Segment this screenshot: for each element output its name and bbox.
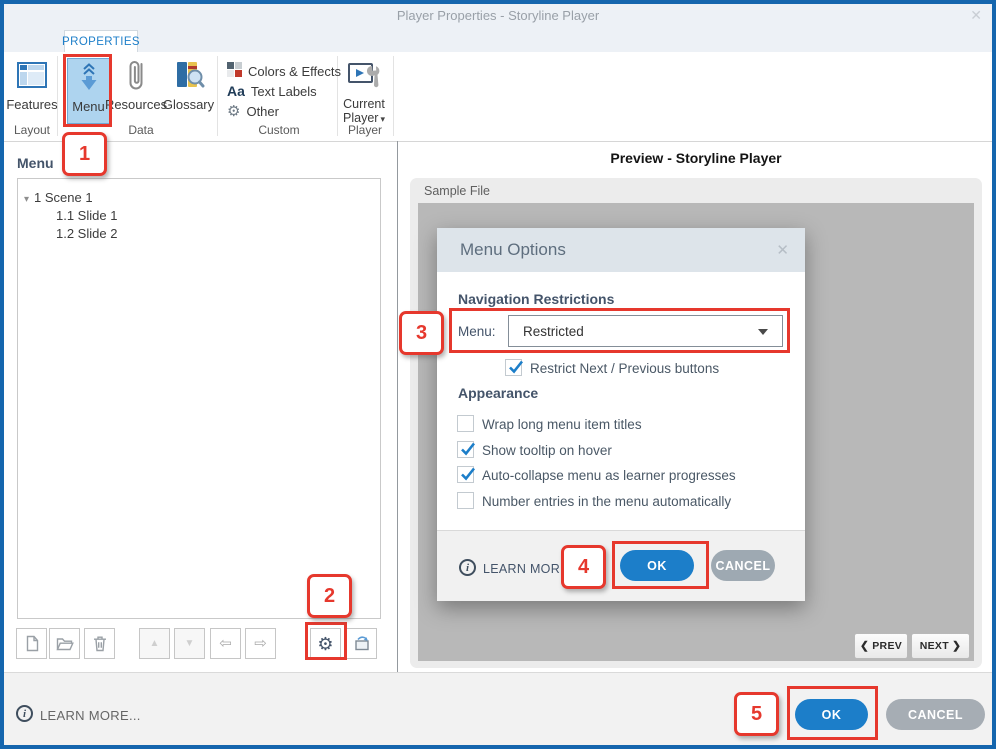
dropdown-caret-icon [758, 329, 768, 335]
prev-button[interactable]: ❮ PREV [854, 633, 908, 659]
menu-panel-heading: Menu [17, 155, 54, 171]
menu-icon [78, 59, 100, 95]
cancel-button[interactable]: CANCEL [886, 699, 985, 730]
dropdown-value: Restricted [523, 323, 584, 339]
arrow-up-icon: ▲ [149, 637, 160, 649]
number-entries-label[interactable]: Number entries in the menu automatically [482, 494, 731, 509]
text-labels-icon: Aa [227, 83, 245, 99]
arrow-down-icon: ▼ [184, 637, 195, 649]
ok-button[interactable]: OK [795, 699, 868, 730]
dialog-cancel-button[interactable]: CANCEL [711, 550, 775, 581]
gear-icon: ⚙ [227, 103, 241, 120]
group-label-layout: Layout [13, 123, 51, 137]
ribbon-separator [217, 56, 218, 136]
features-label: Features [6, 97, 58, 112]
check-icon [461, 442, 476, 456]
new-item-button[interactable] [16, 628, 47, 659]
panel-divider [397, 141, 398, 672]
reset-icon [354, 636, 369, 651]
outdent-button[interactable]: ⇦ [210, 628, 241, 659]
ribbon-separator [57, 56, 58, 136]
trash-icon [93, 636, 106, 652]
ribbon: Features Menu Resources Glossary Colors [0, 52, 996, 142]
title-bar: Player Properties - Storyline Player ✕ P… [0, 0, 996, 53]
menu-field-label: Menu: [458, 324, 496, 339]
new-page-icon [26, 635, 38, 652]
auto-collapse-label[interactable]: Auto-collapse menu as learner progresses [482, 468, 736, 483]
glossary-button[interactable]: Glossary [161, 57, 216, 112]
dialog-header: Menu Options ✕ [437, 228, 805, 272]
open-button[interactable] [49, 628, 80, 659]
group-label-data: Data [128, 123, 154, 137]
resources-button[interactable]: Resources [105, 57, 167, 112]
arrow-left-icon: ⇦ [219, 635, 232, 652]
learn-more-link[interactable]: LEARN MORE... [40, 708, 141, 723]
other-button[interactable]: ⚙ Other [227, 104, 279, 119]
check-icon [461, 467, 476, 481]
dialog-footer: i LEARN MORE OK CANCEL [437, 530, 805, 601]
expander-icon[interactable]: ▾ [24, 194, 29, 205]
text-labels-button[interactable]: Aa Text Labels [227, 83, 317, 99]
current-player-label: Current Player ▾ [343, 97, 385, 126]
colors-effects-icon [227, 62, 242, 80]
menu-options-gear-button[interactable]: ⚙ [310, 628, 341, 659]
menu-button[interactable]: Menu [67, 58, 110, 124]
wrap-titles-label[interactable]: Wrap long menu item titles [482, 417, 642, 432]
wrap-titles-checkbox[interactable] [457, 415, 474, 432]
dialog-title: Menu Options [460, 240, 566, 259]
next-button[interactable]: NEXT ❯ [911, 633, 970, 659]
navigation-restrictions-heading: Navigation Restrictions [458, 291, 615, 307]
move-down-button[interactable]: ▼ [174, 628, 205, 659]
reset-menu-button[interactable] [346, 628, 377, 659]
tab-properties[interactable]: PROPERTIES [62, 30, 140, 53]
dialog-ok-button[interactable]: OK [620, 550, 694, 581]
show-tooltip-checkbox[interactable] [457, 441, 476, 458]
move-up-button[interactable]: ▲ [139, 628, 170, 659]
menu-tree: ▾ 1 Scene 1 1.1 Slide 1 1.2 Slide 2 [17, 178, 381, 619]
group-label-player: Player [347, 123, 382, 137]
player-properties-window: Player Properties - Storyline Player ✕ P… [0, 0, 996, 749]
menu-label: Menu [72, 99, 105, 114]
resources-label: Resources [104, 97, 168, 112]
preview-title: Preview - Storyline Player [610, 150, 782, 166]
ribbon-separator [393, 56, 394, 136]
folder-icon [55, 637, 74, 650]
colors-effects-button[interactable]: Colors & Effects [227, 62, 341, 80]
current-player-icon [348, 57, 380, 93]
arrow-right-icon: ⇨ [254, 635, 267, 652]
paperclip-icon [127, 57, 145, 93]
show-tooltip-label[interactable]: Show tooltip on hover [482, 443, 612, 458]
info-icon: i [459, 559, 476, 576]
current-player-button[interactable]: Current Player ▾ [336, 57, 392, 126]
window-close-icon[interactable]: ✕ [970, 7, 982, 24]
bottom-bar: i LEARN MORE... OK CANCEL [0, 672, 996, 749]
dialog-close-icon[interactable]: ✕ [776, 241, 789, 259]
text-labels-label: Text Labels [250, 83, 317, 99]
glossary-icon [173, 57, 205, 93]
restrict-next-prev-label[interactable]: Restrict Next / Previous buttons [530, 361, 719, 376]
tree-item-scene[interactable]: ▾ 1 Scene 1 [24, 190, 93, 205]
check-icon [509, 360, 524, 374]
info-icon: i [16, 705, 33, 722]
restrict-next-prev-checkbox[interactable] [505, 359, 524, 376]
menu-restriction-dropdown[interactable]: Restricted [508, 315, 783, 347]
dialog-learn-more-link[interactable]: LEARN MORE [483, 562, 569, 576]
tree-item-slide2[interactable]: 1.2 Slide 2 [56, 226, 117, 241]
group-label-custom: Custom [258, 123, 300, 137]
tree-item-slide1[interactable]: 1.1 Slide 1 [56, 208, 117, 223]
appearance-heading: Appearance [458, 385, 539, 401]
delete-button[interactable] [84, 628, 115, 659]
indent-button[interactable]: ⇨ [245, 628, 276, 659]
features-button[interactable]: Features [6, 57, 58, 112]
window-title: Player Properties - Storyline Player [396, 8, 600, 23]
auto-collapse-checkbox[interactable] [457, 466, 476, 483]
gear-icon: ⚙ [317, 633, 334, 654]
features-icon [17, 57, 47, 93]
colors-effects-label: Colors & Effects [248, 63, 341, 79]
menu-options-dialog: Menu Options ✕ Navigation Restrictions M… [437, 228, 805, 601]
other-label: Other [246, 104, 279, 119]
number-entries-checkbox[interactable] [457, 492, 474, 509]
sample-file-label: Sample File [424, 184, 490, 198]
glossary-label: Glossary [162, 97, 215, 112]
